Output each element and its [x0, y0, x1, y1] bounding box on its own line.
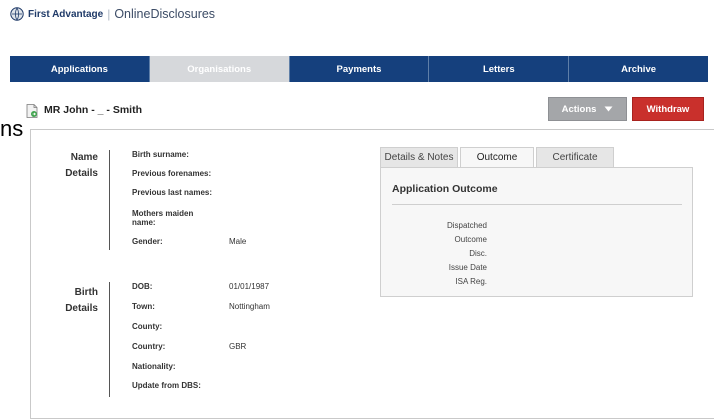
applicant-name: MR John - _ - Smith — [44, 104, 142, 116]
outcome-tabs: Details & Notes Outcome Certificate — [380, 147, 614, 167]
document-icon — [26, 104, 38, 118]
county-label: County: — [132, 322, 163, 331]
actions-button[interactable]: Actions — [548, 97, 627, 121]
actions-label: Actions — [561, 103, 597, 115]
name-details-title-line2: Details — [65, 168, 98, 179]
name-details-divider — [109, 150, 110, 250]
nav-tab-payments[interactable]: Payments — [289, 56, 430, 82]
town-label: Town: — [132, 302, 155, 311]
main-nav: Applications Organisations Payments Lett… — [10, 56, 708, 82]
nav-tab-applications[interactable]: Applications — [10, 56, 150, 82]
name-details-title: Name Details — [40, 150, 98, 182]
outcome-row-dispatched: Dispatched — [446, 221, 487, 230]
brand-primary: First Advantage — [28, 8, 104, 20]
name-details-title-line1: Name — [70, 152, 98, 163]
country-label: Country: — [132, 342, 166, 351]
brand-separator: | — [107, 7, 111, 21]
chevron-down-icon — [604, 106, 613, 112]
nav-tab-archive[interactable]: Archive — [569, 56, 708, 82]
brand-logo: First Advantage | OnlineDisclosures — [10, 6, 215, 22]
cutoff-text: ns — [0, 116, 24, 141]
brand-secondary: OnlineDisclosures — [114, 7, 216, 21]
outcome-row-outcome: Outcome — [454, 235, 487, 244]
country-value: GBR — [229, 342, 247, 351]
outcome-row-isa-reg: ISA Reg. — [455, 277, 487, 286]
birth-details-title-line2: Details — [65, 303, 98, 314]
nav-tab-letters[interactable]: Letters — [429, 56, 570, 82]
outcome-row-disc: Disc. — [469, 249, 487, 258]
outcome-title: Application Outcome — [392, 183, 498, 195]
dob-label: DOB: — [132, 282, 153, 291]
brand-globe-icon — [10, 7, 24, 21]
nationality-label: Nationality: — [132, 362, 176, 371]
previous-last-names-label: Previous last names: — [132, 188, 213, 197]
tab-outcome[interactable]: Outcome — [460, 147, 534, 167]
mothers-maiden-name-label: Mothers maiden name: — [132, 209, 194, 227]
birth-surname-label: Birth surname: — [132, 150, 189, 159]
birth-details-title: Birth Details — [40, 285, 98, 317]
update-from-dbs-label: Update from DBS: — [132, 381, 201, 390]
town-value: Nottingham — [229, 302, 270, 311]
tab-certificate[interactable]: Certificate — [536, 147, 614, 167]
gender-label: Gender: — [132, 237, 163, 246]
previous-forenames-label: Previous forenames: — [132, 169, 212, 178]
birth-details-divider — [109, 282, 110, 397]
withdraw-button[interactable]: Withdraw — [632, 97, 704, 121]
nav-tab-organisations[interactable]: Organisations — [149, 56, 290, 82]
tab-details-notes[interactable]: Details & Notes — [380, 147, 458, 167]
birth-details-title-line1: Birth — [74, 287, 98, 298]
outcome-divider — [392, 204, 682, 205]
gender-value: Male — [229, 237, 247, 246]
outcome-row-issue-date: Issue Date — [448, 263, 487, 272]
dob-value: 01/01/1987 — [229, 282, 270, 291]
